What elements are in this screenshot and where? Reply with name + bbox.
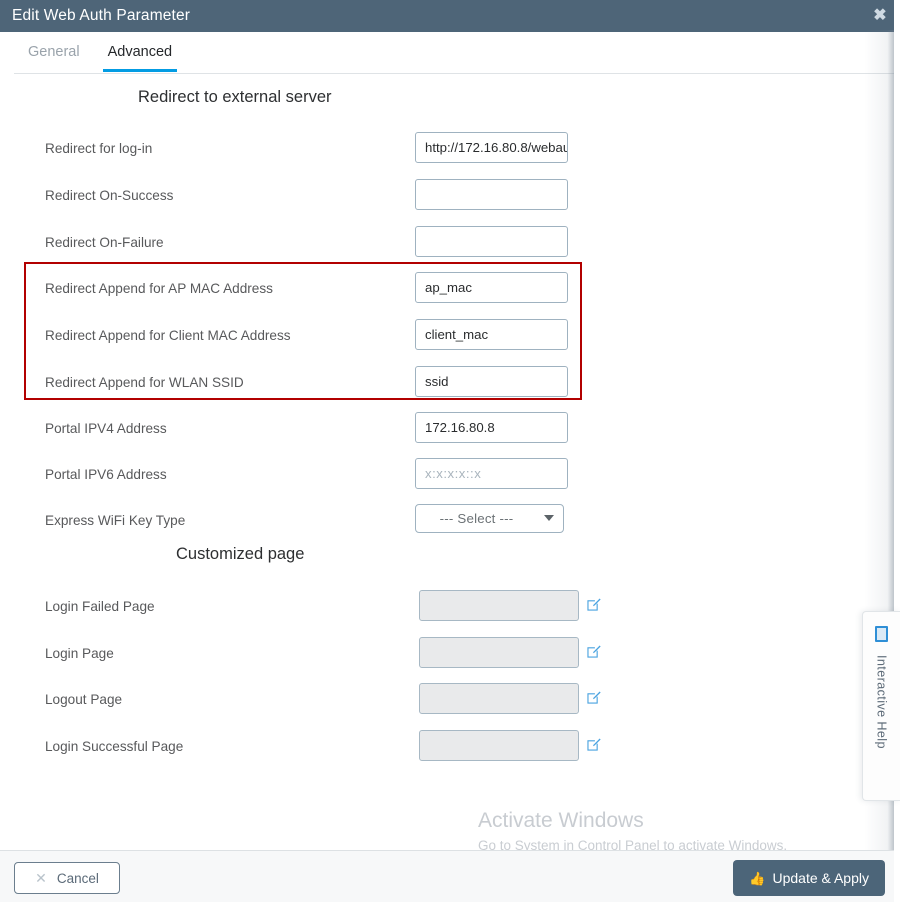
login-failed-page-input[interactable]	[419, 590, 579, 621]
field-label: Express WiFi Key Type	[45, 513, 186, 528]
field-row-login-page: Login Page	[0, 637, 601, 683]
select-value: --- Select ---	[439, 511, 514, 526]
field-row-logout-page: Logout Page	[0, 683, 601, 729]
screen-root: Edit Web Auth Parameter ✖ General Advanc…	[0, 0, 900, 902]
dialog-title: Edit Web Auth Parameter	[12, 7, 191, 24]
redirect-success-input[interactable]	[415, 179, 568, 210]
close-x-icon: ✕	[35, 870, 47, 886]
field-label: Portal IPV6 Address	[45, 467, 167, 482]
portal-ipv4-input[interactable]: 172.16.80.8	[415, 412, 568, 443]
edit-icon[interactable]	[586, 597, 601, 612]
interactive-help-tab[interactable]: Interactive Help	[862, 611, 900, 801]
dialog-footer: ✕ Cancel 👍 Update & Apply	[0, 850, 894, 902]
advanced-tab-panel: Redirect to external server Redirect for…	[0, 74, 894, 850]
field-label: Redirect Append for WLAN SSID	[45, 375, 244, 390]
field-row-express-wifi-key-type: Express WiFi Key Type --- Select ---	[0, 504, 600, 550]
logout-page-input[interactable]	[419, 683, 579, 714]
login-successful-page-input[interactable]	[419, 730, 579, 761]
field-label: Login Successful Page	[45, 739, 184, 754]
append-wlan-ssid-input[interactable]: ssid	[415, 366, 568, 397]
edit-icon[interactable]	[586, 690, 601, 705]
login-page-input[interactable]	[419, 637, 579, 668]
field-label: Redirect On-Success	[45, 188, 174, 203]
field-row-append-wlan-ssid: Redirect Append for WLAN SSID ssid	[0, 366, 600, 412]
field-row-redirect-login: Redirect for log-in http://172.16.80.8/w…	[0, 132, 600, 178]
cancel-button-label: Cancel	[56, 870, 99, 886]
section-heading-redirect: Redirect to external server	[138, 88, 332, 106]
field-row-redirect-success: Redirect On-Success	[0, 179, 600, 225]
update-and-apply-button[interactable]: 👍 Update & Apply	[733, 860, 885, 896]
field-row-login-successful-page: Login Successful Page	[0, 730, 601, 776]
redirect-login-input[interactable]: http://172.16.80.8/webauth/login.html	[415, 132, 568, 163]
field-label: Login Failed Page	[45, 599, 155, 614]
cancel-button[interactable]: ✕ Cancel	[14, 862, 120, 894]
field-row-login-failed-page: Login Failed Page	[0, 590, 601, 636]
dialog-titlebar: Edit Web Auth Parameter ✖	[0, 0, 894, 32]
field-label: Logout Page	[45, 692, 123, 707]
field-label: Portal IPV4 Address	[45, 421, 167, 436]
field-row-portal-ipv6: Portal IPV6 Address x:x:x:x::x	[0, 458, 600, 504]
interactive-help-label: Interactive Help	[874, 655, 889, 749]
section-heading-customized: Customized page	[176, 545, 305, 563]
redirect-failure-input[interactable]	[415, 226, 568, 257]
edit-icon[interactable]	[586, 644, 601, 659]
field-row-append-client-mac: Redirect Append for Client MAC Address c…	[0, 319, 600, 365]
field-label: Login Page	[45, 646, 114, 661]
edit-icon[interactable]	[586, 737, 601, 752]
express-wifi-key-type-select[interactable]: --- Select ---	[415, 504, 564, 533]
field-label: Redirect Append for Client MAC Address	[45, 328, 291, 343]
update-and-apply-label: Update & Apply	[772, 870, 869, 886]
thumbs-up-icon: 👍	[749, 870, 766, 886]
field-label: Redirect for log-in	[45, 141, 153, 156]
tab-bar: General Advanced	[0, 32, 894, 74]
append-client-mac-input[interactable]: client_mac	[415, 319, 568, 350]
field-label: Redirect On-Failure	[45, 235, 164, 250]
chevron-down-icon	[544, 515, 554, 521]
edit-web-auth-parameter-dialog: Edit Web Auth Parameter ✖ General Advanc…	[0, 0, 894, 902]
portal-ipv6-input[interactable]: x:x:x:x::x	[415, 458, 568, 489]
tab-general[interactable]: General	[14, 34, 94, 72]
tab-advanced[interactable]: Advanced	[94, 34, 187, 72]
field-row-portal-ipv4: Portal IPV4 Address 172.16.80.8	[0, 412, 600, 458]
book-icon	[875, 626, 888, 642]
field-label: Redirect Append for AP MAC Address	[45, 281, 273, 296]
field-row-redirect-failure: Redirect On-Failure	[0, 226, 600, 272]
field-row-append-ap-mac: Redirect Append for AP MAC Address ap_ma…	[0, 272, 600, 318]
append-ap-mac-input[interactable]: ap_mac	[415, 272, 568, 303]
close-icon[interactable]: ✖	[870, 7, 890, 25]
